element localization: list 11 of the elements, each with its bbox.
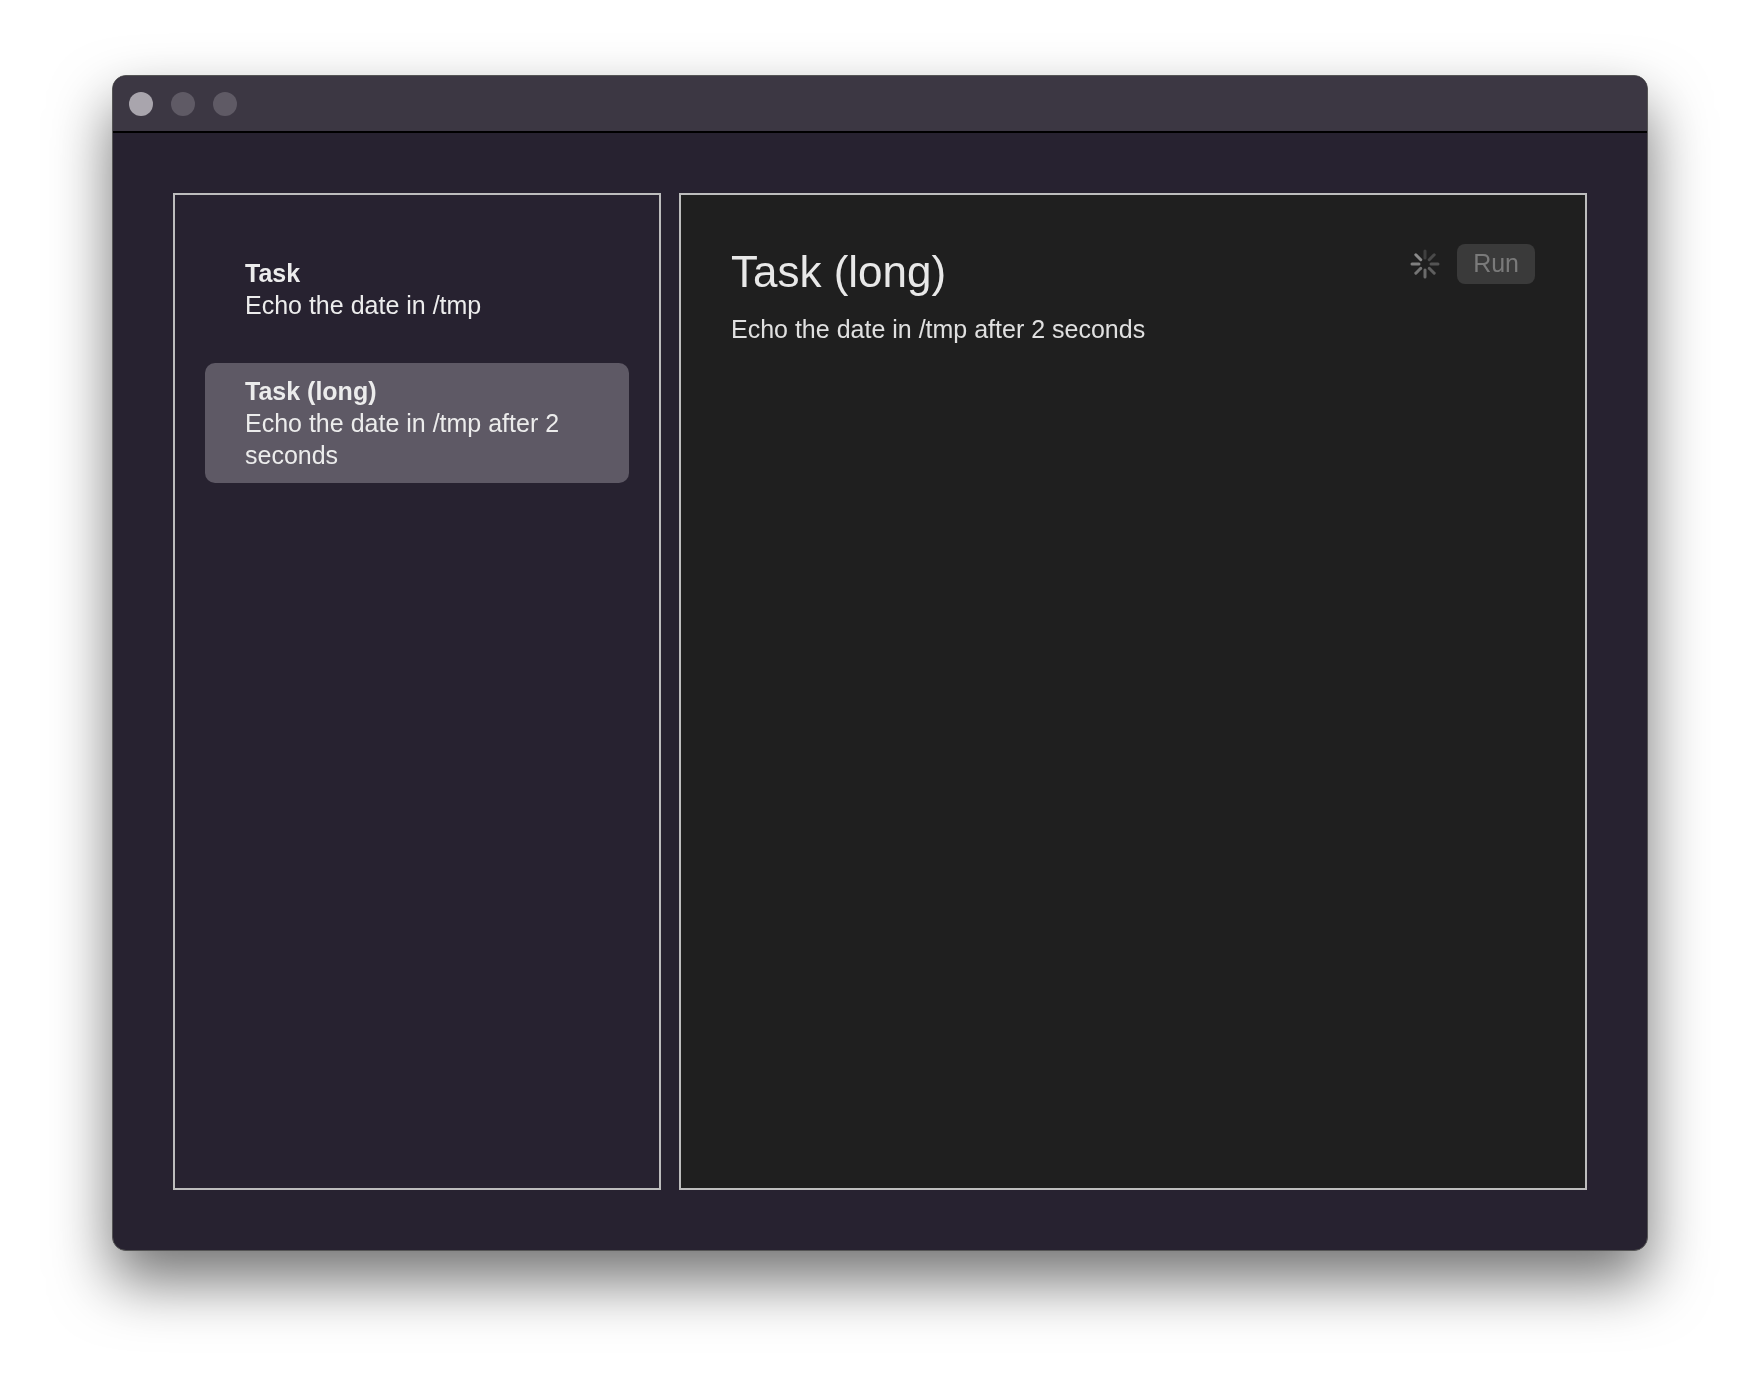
task-title: Task (long): [245, 376, 378, 407]
close-button[interactable]: [129, 91, 153, 116]
task-description: Echo the date in /tmp after 2 seconds: [245, 408, 561, 471]
minimize-button[interactable]: [171, 91, 195, 116]
detail-description: Echo the date in /tmp after 2 seconds: [731, 314, 1146, 345]
task-list-item[interactable]: Task Echo the date in /tmp: [205, 245, 629, 333]
zoom-button[interactable]: [213, 91, 237, 116]
task-description: Echo the date in /tmp: [245, 290, 483, 321]
detail-title: Task (long): [731, 246, 948, 298]
task-title: Task: [245, 258, 302, 289]
task-list-item[interactable]: Task (long) Echo the date in /tmp after 2 seconds: [205, 363, 629, 483]
